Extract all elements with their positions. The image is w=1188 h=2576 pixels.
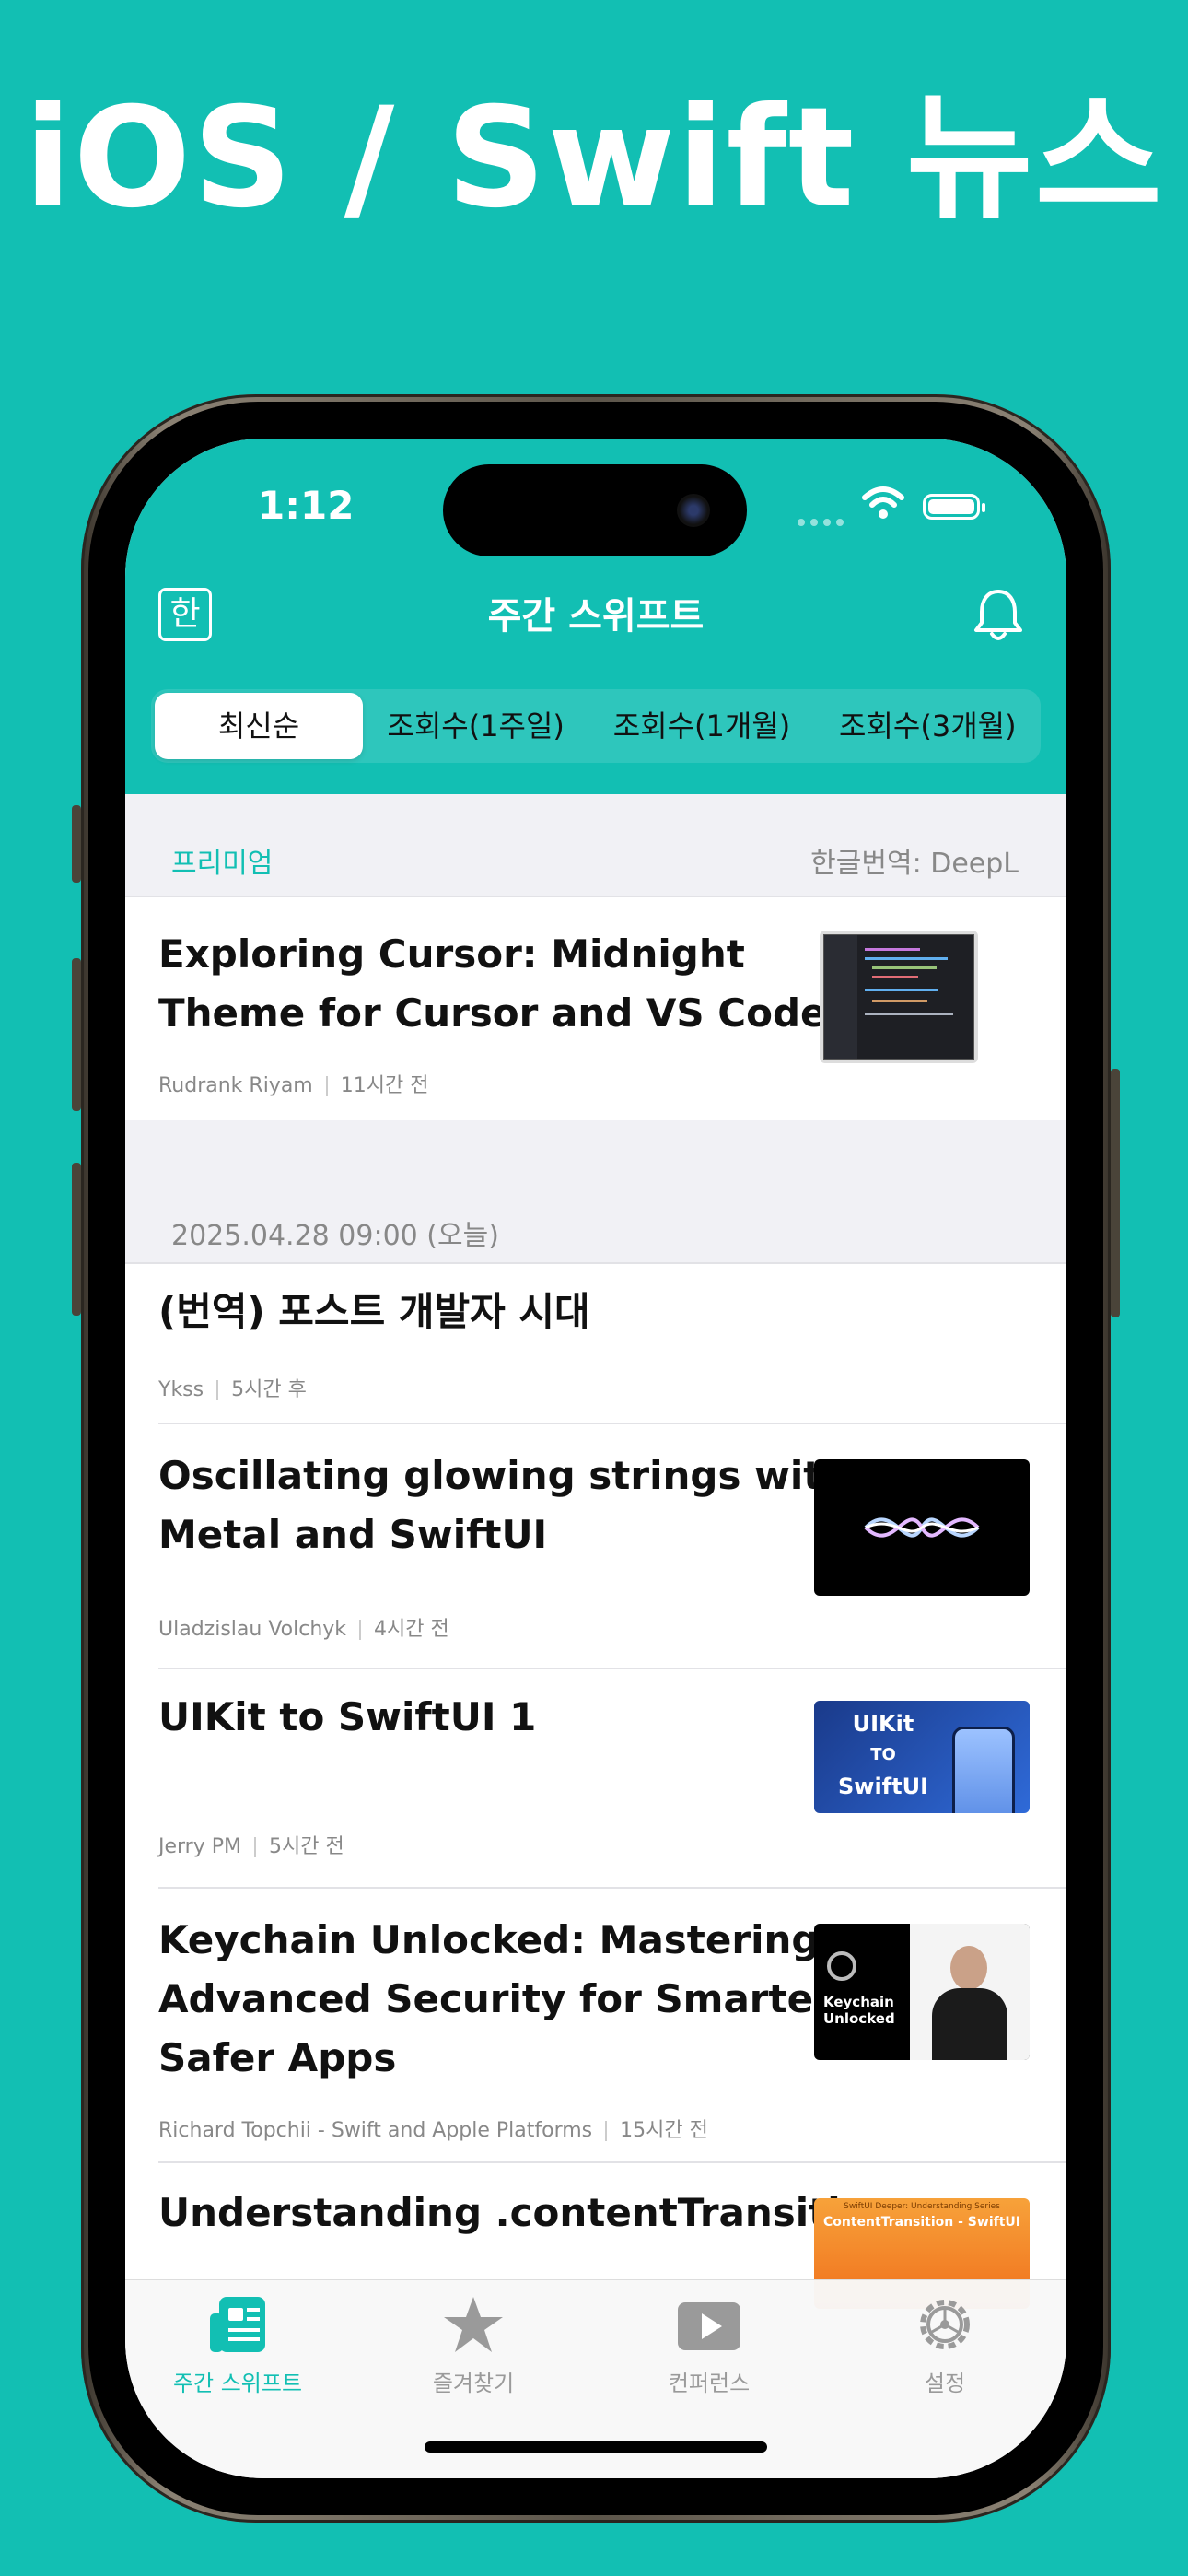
bell-icon[interactable] <box>971 586 1026 645</box>
article-author: Richard Topchii - Swift and Apple Platfo… <box>158 2119 593 2142</box>
tab-label: 즐겨찾기 <box>432 2371 515 2396</box>
wifi-icon <box>862 486 904 519</box>
article-thumbnail <box>814 1459 1030 1596</box>
thumbnail-text: SwiftUI <box>837 1774 928 1799</box>
tab-label: 설정 <box>924 2371 966 2396</box>
thumbnail-text: SwiftUI Deeper: Understanding Series <box>844 2202 1000 2211</box>
article-author: Jerry PM <box>158 1835 241 1858</box>
home-indicator[interactable] <box>425 2441 767 2453</box>
article-title-line: Advanced Security for Smarter, <box>158 1976 842 2021</box>
article-row[interactable]: (번역) 포스트 개발자 시대 Ykss 5시간 후 <box>125 1264 1066 1423</box>
tab-label: 주간 스위프트 <box>172 2371 303 2396</box>
front-camera <box>677 494 710 527</box>
article-thumbnail: UIKit TO SwiftUI <box>814 1701 1030 1813</box>
article-row[interactable]: UIKit to SwiftUI 1 Jerry PM 5시간 전 UIKit T… <box>125 1669 1066 1887</box>
date-section-header: 2025.04.28 09:00 (오늘) <box>125 1120 1066 1264</box>
tab-weekly-swift[interactable]: 주간 스위프트 <box>146 2293 330 2397</box>
article-title-line: Understanding .contentTransitio <box>158 2190 868 2235</box>
tab-settings[interactable]: 설정 <box>853 2293 1037 2397</box>
article-author: Ykss <box>158 1378 204 1401</box>
play-icon <box>678 2302 740 2350</box>
article-row[interactable]: Keychain Unlocked: Mastering Advanced Se… <box>125 1889 1066 2161</box>
sort-segmented-control: 최신순 조회수(1주일) 조회수(1개월) 조회수(3개월) <box>151 689 1041 763</box>
article-thumbnail <box>820 931 978 1063</box>
status-time: 1:12 <box>258 483 355 528</box>
author-photo <box>910 1924 1030 2060</box>
star-icon <box>444 2297 503 2352</box>
segment-views-3months[interactable]: 조회수(3개월) <box>815 693 1041 759</box>
app-header: 1:12 한 주간 스위프트 최신순 조회수(1주일) 조회수(1개월) 조회수… <box>125 439 1066 794</box>
cellular-icon <box>798 512 849 526</box>
article-meta: Uladzislau Volchyk 4시간 전 <box>158 1612 449 1642</box>
hero-title: iOS / Swift 뉴스 <box>24 78 1164 239</box>
premium-article[interactable]: Exploring Cursor: Midnight Theme for Cur… <box>125 897 1066 1118</box>
phone-screen: 1:12 한 주간 스위프트 최신순 조회수(1주일) 조회수(1개월) 조회수… <box>125 439 1066 2478</box>
article-meta: Jerry PM 5시간 전 <box>158 1830 344 1859</box>
article-meta: Rudrank Riyam 11시간 전 <box>158 1069 428 1098</box>
phone-volume-down <box>72 1163 81 1316</box>
article-author: Rudrank Riyam <box>158 1074 313 1097</box>
premium-label: 프리미엄 <box>171 848 274 880</box>
thumbnail-text: ContentTransition - SwiftUI <box>823 2215 1020 2230</box>
article-thumbnail: Keychain Unlocked <box>814 1924 1030 2060</box>
article-title-line: UIKit to SwiftUI 1 <box>158 1694 537 1739</box>
phone-volume-up <box>72 958 81 1111</box>
thumbnail-text: TO <box>870 1745 896 1764</box>
article-time: 5시간 전 <box>269 1835 344 1858</box>
segment-views-week[interactable]: 조회수(1주일) <box>363 693 588 759</box>
article-title-line: Metal and SwiftUI <box>158 1512 548 1557</box>
article-row[interactable]: Understanding .contentTransitio SwiftUI … <box>125 2163 1066 2309</box>
article-title-line: Oscillating glowing strings with <box>158 1453 850 1498</box>
article-time: 5시간 후 <box>231 1378 307 1401</box>
article-title-line: Safer Apps <box>158 2035 397 2080</box>
phone-silent-switch <box>72 805 81 883</box>
iphone-image <box>952 1727 1015 1813</box>
premium-section-header: 프리미엄 한글번역: DeepL <box>125 794 1066 897</box>
tab-label: 컨퍼런스 <box>668 2371 751 2396</box>
tab-favorites[interactable]: 즐겨찾기 <box>381 2293 565 2397</box>
tab-conferences[interactable]: 컨퍼런스 <box>617 2293 801 2397</box>
thumbnail-text: UIKit <box>852 1711 914 1737</box>
battery-icon <box>923 494 985 520</box>
article-author: Uladzislau Volchyk <box>158 1618 347 1641</box>
article-time: 4시간 전 <box>374 1618 449 1641</box>
translation-label: 한글번역: DeepL <box>810 848 1019 880</box>
segment-views-month[interactable]: 조회수(1개월) <box>588 693 814 759</box>
article-meta: Richard Topchii - Swift and Apple Platfo… <box>158 2113 708 2143</box>
article-title-line: Exploring Cursor: Midnight <box>158 931 745 977</box>
article-title-line: (번역) 포스트 개발자 시대 <box>158 1289 590 1334</box>
gear-icon <box>920 2300 970 2349</box>
article-title-line: Theme for Cursor and VS Code <box>158 990 827 1036</box>
article-time: 15시간 전 <box>620 2119 708 2142</box>
thumbnail-text: Unlocked <box>823 2010 895 2027</box>
article-title-line: Keychain Unlocked: Mastering <box>158 1917 820 1962</box>
article-meta: Ykss 5시간 후 <box>158 1373 307 1402</box>
newspaper-icon <box>210 2297 265 2352</box>
article-row[interactable]: Oscillating glowing strings with Metal a… <box>125 1424 1066 1668</box>
segment-latest[interactable]: 최신순 <box>155 693 363 759</box>
glowing-strings-image <box>864 1517 980 1538</box>
key-icon <box>827 1951 856 1981</box>
article-time: 11시간 전 <box>340 1074 429 1097</box>
thumbnail-text: Keychain <box>823 1994 894 2010</box>
nav-title: 주간 스위프트 <box>487 595 705 638</box>
dynamic-island <box>443 464 747 556</box>
date-label: 2025.04.28 09:00 (오늘) <box>171 1220 499 1252</box>
phone-power-button <box>1111 1069 1120 1317</box>
